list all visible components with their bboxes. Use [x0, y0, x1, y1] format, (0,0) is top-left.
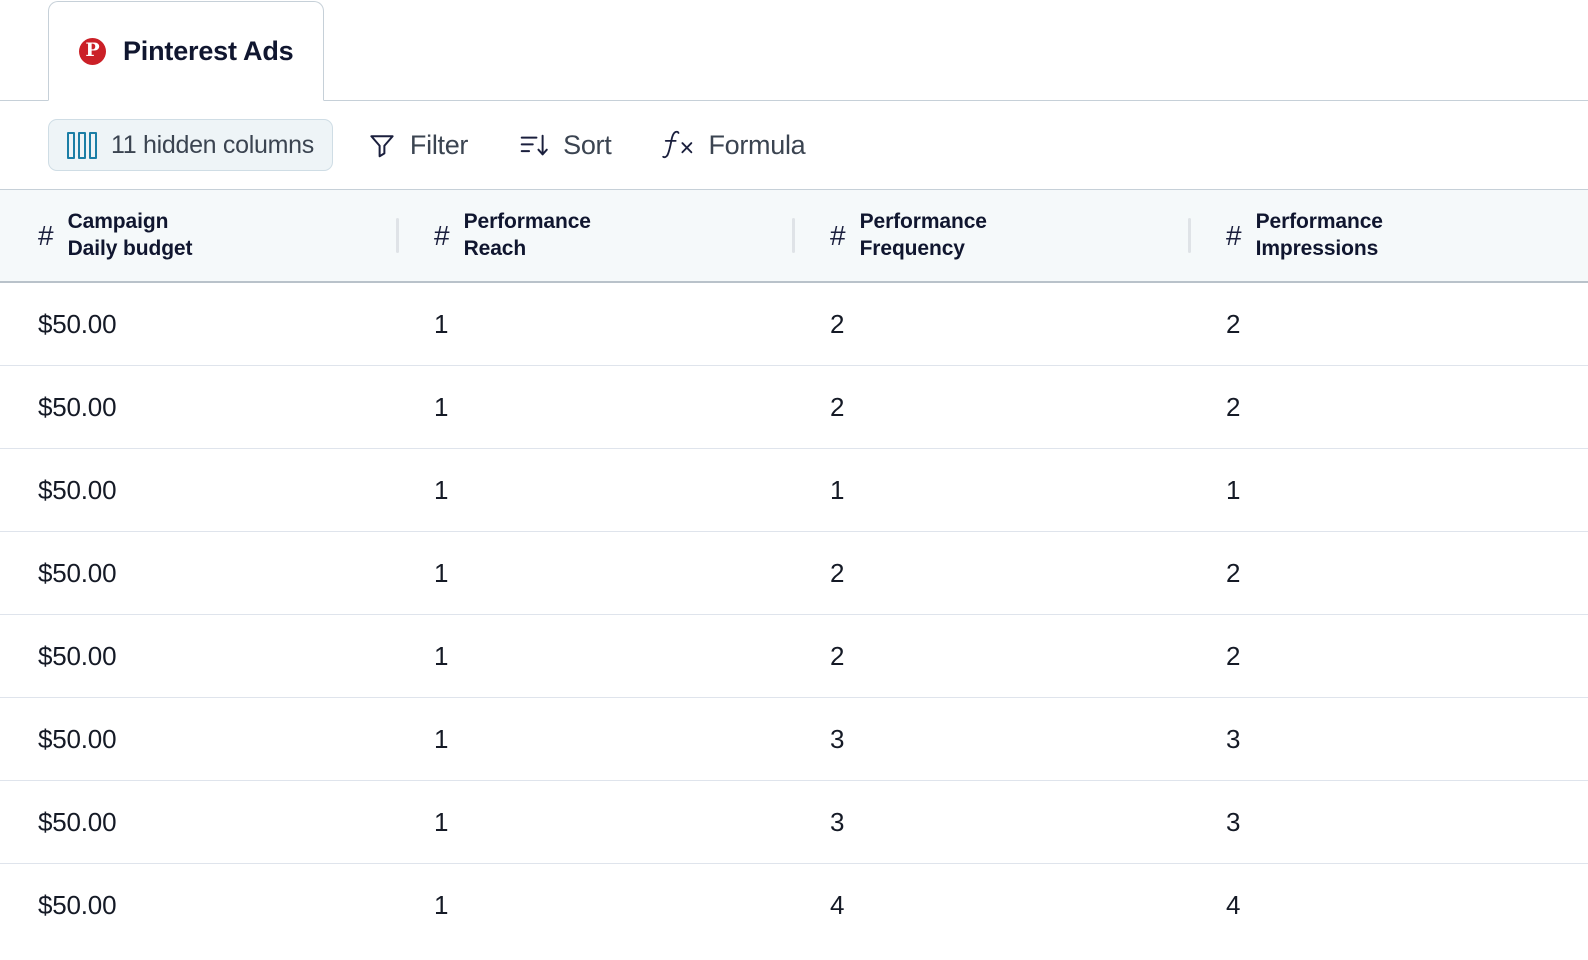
grid-header-row: # Campaign Daily budget # Performance Re…: [0, 190, 1588, 283]
table-row[interactable]: $50.00 1 2 2: [0, 615, 1588, 698]
tab-pinterest-ads[interactable]: P Pinterest Ads: [48, 1, 325, 101]
table-cell[interactable]: 1: [396, 698, 792, 780]
filter-label: Filter: [409, 129, 469, 160]
number-type-icon: #: [38, 219, 54, 251]
table-cell[interactable]: 2: [792, 532, 1188, 614]
table-cell[interactable]: $50.00: [0, 532, 396, 614]
table-cell[interactable]: 2: [1188, 283, 1584, 365]
table-cell[interactable]: 3: [1188, 781, 1584, 863]
table-cell[interactable]: 3: [792, 781, 1188, 863]
column-group-label: Performance: [463, 209, 591, 233]
table-cell[interactable]: 2: [792, 366, 1188, 448]
table-cell[interactable]: 4: [792, 864, 1188, 947]
table-cell[interactable]: 3: [792, 698, 1188, 780]
number-type-icon: #: [1226, 219, 1242, 251]
formula-fx-icon: [661, 129, 695, 161]
column-header-campaign-daily-budget[interactable]: # Campaign Daily budget: [0, 190, 396, 281]
table-cell[interactable]: $50.00: [0, 781, 396, 863]
table-cell[interactable]: 1: [396, 366, 792, 448]
column-header-performance-impressions[interactable]: # Performance Impressions: [1188, 190, 1584, 281]
table-cell[interactable]: 2: [1188, 615, 1584, 697]
column-resize-handle[interactable]: [792, 218, 795, 253]
table-cell[interactable]: $50.00: [0, 366, 396, 448]
table-cell[interactable]: 1: [1188, 449, 1584, 531]
table-cell[interactable]: 1: [396, 283, 792, 365]
table-row[interactable]: $50.00 1 2 2: [0, 532, 1588, 615]
column-resize-handle[interactable]: [1188, 218, 1191, 253]
table-cell[interactable]: 2: [1188, 532, 1584, 614]
column-name-label: Impressions: [1255, 236, 1379, 260]
data-grid: # Campaign Daily budget # Performance Re…: [0, 190, 1588, 947]
sort-descending-icon: [518, 130, 550, 160]
tab-label: Pinterest Ads: [123, 35, 294, 66]
table-cell[interactable]: $50.00: [0, 698, 396, 780]
table-cell[interactable]: 1: [396, 449, 792, 531]
table-row[interactable]: $50.00 1 2 2: [0, 366, 1588, 449]
table-cell[interactable]: $50.00: [0, 283, 396, 365]
table-cell[interactable]: 1: [396, 615, 792, 697]
pinterest-icon: P: [79, 37, 106, 65]
sort-label: Sort: [563, 129, 612, 160]
hidden-columns-button[interactable]: 11 hidden columns: [48, 119, 333, 171]
number-type-icon: #: [434, 219, 450, 251]
column-header-performance-frequency[interactable]: # Performance Frequency: [792, 190, 1188, 281]
filter-button[interactable]: Filter: [351, 119, 484, 171]
table-cell[interactable]: $50.00: [0, 615, 396, 697]
column-header-performance-reach[interactable]: # Performance Reach: [396, 190, 792, 281]
table-cell[interactable]: 1: [396, 864, 792, 947]
number-type-icon: #: [830, 219, 846, 251]
column-group-label: Campaign: [67, 209, 169, 233]
table-cell[interactable]: 2: [1188, 366, 1584, 448]
grid-body: $50.00 1 2 2 $50.00 1 2 2 $50.00 1 1 1 $50.00 1 2 2 $50.…: [0, 283, 1588, 947]
table-cell[interactable]: $50.00: [0, 449, 396, 531]
column-group-label: Performance: [859, 209, 987, 233]
formula-label: Formula: [708, 129, 806, 160]
table-row[interactable]: $50.00 1 3 3: [0, 781, 1588, 864]
table-cell[interactable]: 2: [792, 615, 1188, 697]
column-resize-handle[interactable]: [396, 218, 399, 253]
table-cell[interactable]: 3: [1188, 698, 1584, 780]
sort-button[interactable]: Sort: [502, 119, 627, 171]
table-cell[interactable]: 4: [1188, 864, 1584, 947]
hidden-columns-label: 11 hidden columns: [111, 130, 314, 159]
table-row[interactable]: $50.00 1 4 4: [0, 864, 1588, 947]
table-row[interactable]: $50.00 1 3 3: [0, 698, 1588, 781]
column-name-label: Daily budget: [67, 236, 193, 260]
table-row[interactable]: $50.00 1 1 1: [0, 449, 1588, 532]
table-cell[interactable]: 1: [396, 532, 792, 614]
columns-icon: [67, 131, 97, 159]
tab-strip: P Pinterest Ads: [0, 0, 1588, 101]
table-cell[interactable]: $50.00: [0, 864, 396, 947]
table-cell[interactable]: 1: [792, 449, 1188, 531]
table-cell[interactable]: 2: [792, 283, 1188, 365]
column-name-label: Frequency: [859, 236, 965, 260]
table-row[interactable]: $50.00 1 2 2: [0, 283, 1588, 366]
table-cell[interactable]: 1: [396, 781, 792, 863]
formula-button[interactable]: Formula: [645, 119, 821, 171]
filter-funnel-icon: [367, 130, 397, 160]
table-toolbar: 11 hidden columns Filter Sort Formula: [0, 101, 1588, 190]
column-group-label: Performance: [1255, 209, 1383, 233]
column-name-label: Reach: [463, 236, 527, 260]
